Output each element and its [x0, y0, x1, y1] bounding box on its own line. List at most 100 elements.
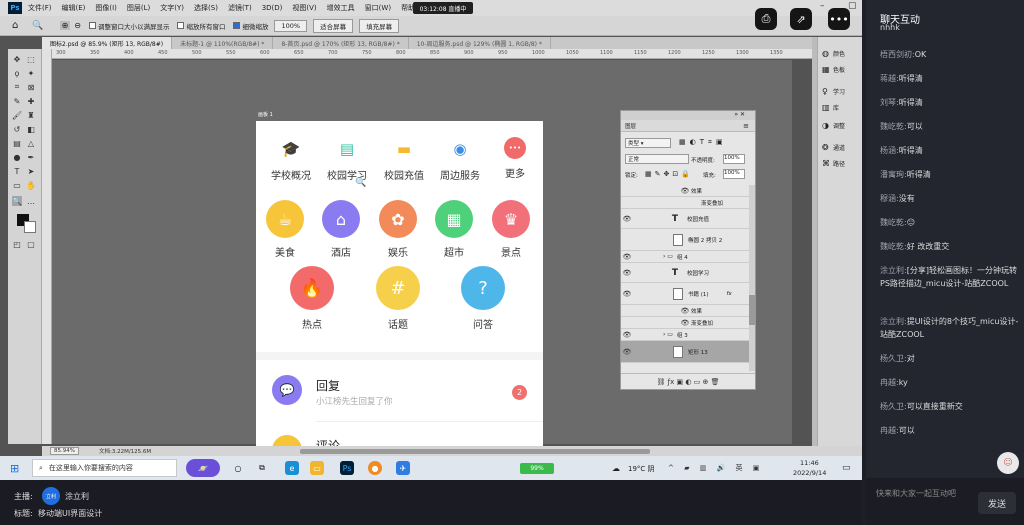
frame-tool-icon[interactable]: ⊠ [26, 82, 36, 92]
panel-menu-icon[interactable]: ≡ [743, 122, 749, 130]
history-brush-icon[interactable]: ↺ [12, 124, 22, 134]
more-tools-icon[interactable]: … [26, 196, 36, 206]
panel-adjustments[interactable]: ◑ 调整 [822, 121, 845, 130]
user-avatar-icon[interactable]: ☺ [997, 452, 1019, 474]
lock-icons[interactable]: ▦✎✥⊡🔒 [645, 170, 693, 178]
resize-windows-checkbox[interactable]: 调整窗口大小以满屏显示 [88, 21, 169, 31]
artboard-tool-icon[interactable]: ⬚ [26, 54, 36, 64]
menu-select[interactable]: 选择(S) [194, 3, 218, 13]
layer-filter-select[interactable]: 类型 ▾ [625, 138, 671, 148]
tab-doc-3[interactable]: 8-首页.psd @ 170% (矩形 13, RGB/8#) * [273, 37, 409, 49]
pen-tool-icon[interactable]: ✒ [26, 152, 36, 162]
eye-icon[interactable]: 👁 [679, 319, 691, 327]
menu-edit[interactable]: 编辑(E) [62, 3, 86, 13]
gradient-tool-icon[interactable]: ▤ [12, 138, 22, 148]
send-button[interactable]: 发送 [978, 492, 1016, 514]
chat-input-field[interactable]: 快来和大家一起互动吧 [876, 488, 956, 499]
fill-field[interactable]: 100% [723, 169, 745, 179]
eye-icon[interactable]: 👁 [679, 307, 691, 315]
layer-row[interactable]: 👁 渐变叠加 [621, 317, 749, 329]
taskbar-apps-icon[interactable]: ⧉ [255, 461, 269, 475]
fill-screen-button[interactable]: 填充屏幕 [359, 18, 400, 33]
zoom-tool-icon[interactable]: 🔍 [12, 196, 22, 206]
home-icon[interactable]: ⌂ [12, 20, 18, 31]
menu-window[interactable]: 窗口(W) [365, 3, 391, 13]
more-options-icon[interactable]: ••• [828, 8, 850, 30]
menu-view[interactable]: 视图(V) [292, 3, 316, 13]
layer-row[interactable]: 👁 效果 [621, 185, 749, 197]
eraser-icon[interactable]: ◧ [26, 124, 36, 134]
zoom-out-icon[interactable]: ⊖ [74, 21, 81, 30]
panel-swatches[interactable]: ▦ 色板 [822, 65, 845, 74]
healing-brush-icon[interactable]: ✚ [26, 96, 36, 106]
move-tool-icon[interactable]: ✥ [12, 54, 22, 64]
quick-mask-icon[interactable]: ◰ [12, 239, 22, 249]
type-tool-icon[interactable]: T [12, 166, 22, 176]
zoom-tool-icon[interactable]: 🔍 [32, 21, 43, 31]
host-avatar[interactable]: 立利 [42, 487, 60, 505]
hand-tool-icon[interactable]: ✋ [26, 180, 36, 190]
menu-image[interactable]: 图像(I) [95, 3, 117, 13]
tab-doc-2[interactable]: 未标题-1 @ 110%(RGB/8#) * [172, 37, 274, 49]
filter-icons[interactable]: ▦◐T⌗▣ [679, 138, 727, 147]
layers-footer-buttons[interactable]: ⛓ ƒx ▣ ◐ ▭ ⊕ 🗑 [621, 373, 755, 389]
eye-icon[interactable]: 👁 [621, 269, 633, 277]
panel-color[interactable]: ◍ 颜色 [822, 49, 845, 58]
stamp-tool-icon[interactable]: ♜ [26, 110, 36, 120]
file-explorer-icon[interactable]: ▭ [310, 461, 324, 475]
eyedropper-icon[interactable]: ✎ [12, 96, 22, 106]
layers-tab[interactable]: 图层 [625, 122, 636, 130]
eye-icon[interactable]: 👁 [621, 253, 633, 261]
panel-channels[interactable]: ❂ 通道 [822, 143, 845, 152]
photoshop-taskbar-icon[interactable]: Ps [340, 461, 354, 475]
layers-scrollbar[interactable] [749, 185, 755, 371]
lasso-tool-icon[interactable]: ϙ [12, 68, 22, 78]
layer-row[interactable]: 👁 › ▭ 组 4 [621, 251, 749, 263]
app-orange-icon[interactable]: ● [368, 461, 382, 475]
search-highlight-icon[interactable]: 🪐 [186, 459, 220, 477]
eye-icon[interactable]: 👁 [621, 331, 633, 339]
tab-doc-1[interactable]: 图标2.psd @ 85.9% (矩形 13, RGB/8#) [42, 37, 173, 49]
eye-icon[interactable]: 👁 [621, 215, 633, 223]
eye-icon[interactable]: 👁 [679, 187, 691, 195]
brush-tool-icon[interactable]: 🖌 [12, 110, 22, 120]
menu-filter[interactable]: 滤镜(T) [228, 3, 252, 13]
zoom-all-checkbox[interactable]: 缩放所有窗口 [177, 21, 225, 31]
tray-icons[interactable]: ^ ▰ ▥ 🔊 英 ▣ [668, 463, 763, 473]
menu-layer[interactable]: 图层(L) [127, 3, 150, 13]
menu-file[interactable]: 文件(F) [28, 3, 52, 13]
fx-icon[interactable]: fx [727, 291, 732, 297]
crop-tool-icon[interactable]: ⌗ [12, 82, 22, 92]
share-icon[interactable]: ⇗ [790, 8, 812, 30]
layer-row[interactable]: 👁 效果 [621, 305, 749, 317]
rectangle-tool-icon[interactable]: ▭ [12, 180, 22, 190]
panel-paths[interactable]: ⌘ 路径 [822, 159, 845, 168]
windows-start-icon[interactable]: ⊞ [10, 462, 19, 475]
background-color-swatch[interactable] [24, 221, 36, 233]
edge-browser-icon[interactable]: e [285, 461, 299, 475]
zoom-in-icon[interactable]: ⊕ [59, 21, 71, 30]
eye-icon[interactable]: 👁 [621, 348, 633, 356]
maximize-icon[interactable]: ▢ [848, 1, 857, 11]
eye-icon[interactable]: 👁 [621, 290, 633, 298]
menu-3d[interactable]: 3D(D) [262, 4, 283, 12]
host-name[interactable]: 涂立利 [65, 491, 89, 502]
scrubby-zoom-checkbox[interactable]: 细微缩放 [233, 21, 268, 31]
horizontal-scrollbar[interactable] [300, 449, 650, 454]
menu-type[interactable]: 文字(Y) [160, 3, 184, 13]
blur-tool-icon[interactable]: △ [26, 138, 36, 148]
screen-mode-icon[interactable]: ▢ [26, 239, 36, 249]
camera-switch-icon[interactable]: ⎙ [755, 8, 777, 30]
layer-row[interactable]: 👁 T 校园充值 [621, 209, 749, 229]
layer-row[interactable]: 👁 › ▭ 组 3 [621, 329, 749, 341]
layer-row[interactable]: 椭圆 2 拷贝 2 [621, 229, 749, 251]
opacity-field[interactable]: 100% [723, 154, 745, 164]
magic-wand-icon[interactable]: ✦ [26, 68, 36, 78]
panel-libraries[interactable]: ▥ 库 [822, 103, 839, 112]
menu-plugins[interactable]: 增效工具 [327, 3, 355, 13]
taskbar-search-input[interactable]: ⌕ 在这里输入你要搜索的内容 [32, 459, 177, 477]
layer-row-selected[interactable]: 👁 矩形 13 [621, 341, 749, 363]
layer-row[interactable]: 渐变叠加 [621, 197, 749, 209]
tab-doc-4[interactable]: 10-周边服务.psd @ 129% (椭圆 1, RGB/8) * [409, 37, 551, 49]
minimize-icon[interactable]: – [820, 1, 825, 11]
